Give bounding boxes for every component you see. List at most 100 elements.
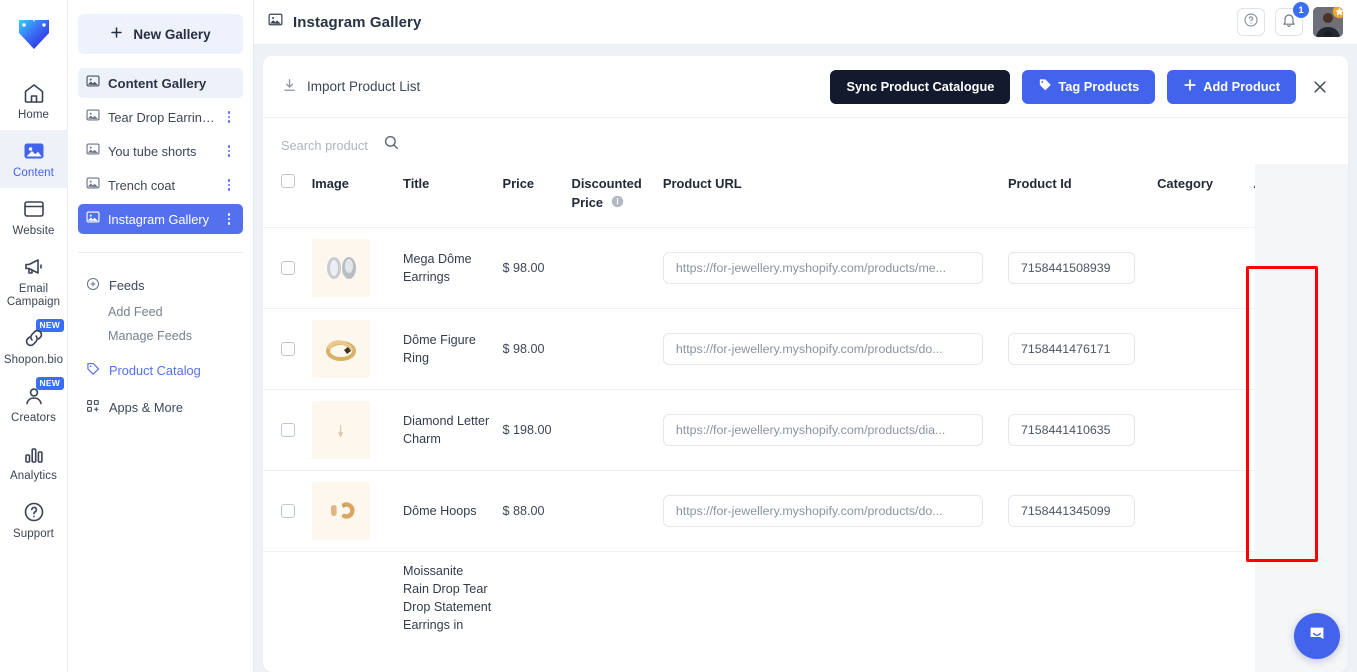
- chat-support-button[interactable]: [1294, 613, 1340, 659]
- select-all-checkbox[interactable]: [281, 174, 295, 188]
- pencil-icon[interactable]: [1273, 341, 1290, 358]
- grid-apps-icon: [86, 399, 100, 416]
- add-product-button[interactable]: Add Product: [1167, 69, 1296, 104]
- sidebar-item-tear-drop-earrings[interactable]: Tear Drop Earrings: [78, 102, 243, 132]
- rail-item-content[interactable]: Content: [0, 130, 68, 188]
- rail-item-creators[interactable]: NEW Creators: [0, 375, 68, 433]
- rail-item-website[interactable]: Website: [0, 188, 68, 246]
- rail-item-label: Content: [13, 167, 54, 179]
- notification-count-badge: 1: [1293, 2, 1309, 18]
- rail-item-support[interactable]: Support: [0, 491, 68, 549]
- rail-item-analytics[interactable]: Analytics: [0, 433, 68, 491]
- sidebar-item-label: Content Gallery: [108, 75, 207, 91]
- help-button[interactable]: [1237, 8, 1265, 36]
- browser-icon: [22, 197, 46, 221]
- pencil-icon[interactable]: [1273, 422, 1290, 439]
- product-id-field[interactable]: 7158441345099: [1007, 495, 1135, 528]
- trash-icon[interactable]: [1312, 341, 1329, 358]
- header-title: Title: [403, 176, 430, 191]
- product-id-field[interactable]: 7158441410635: [1007, 414, 1135, 447]
- product-url-field[interactable]: https://for-jewellery.myshopify.com/prod…: [662, 252, 983, 285]
- trash-icon[interactable]: [1312, 260, 1329, 277]
- table-row[interactable]: Moissanite Rain Drop Tear Drop Statement…: [263, 551, 1348, 645]
- plus-icon: [1183, 78, 1197, 95]
- sidebar-item-apps-more[interactable]: Apps & More: [78, 393, 243, 422]
- table-body: Mega Dôme Earrings $ 98.00 https://for-j…: [263, 227, 1348, 645]
- product-price: $ 98.00: [502, 342, 545, 357]
- pencil-icon[interactable]: [1273, 260, 1290, 277]
- row-checkbox[interactable]: [281, 342, 295, 357]
- row-action-cell: [1253, 227, 1348, 309]
- product-url-field[interactable]: https://for-jewellery.myshopify.com/prod…: [662, 333, 983, 366]
- plus-circle-icon: [86, 277, 100, 294]
- row-discount-cell: [571, 551, 663, 645]
- sidebar-item-instagram-gallery[interactable]: Instagram Gallery: [78, 204, 243, 234]
- more-options-icon[interactable]: [223, 111, 235, 123]
- sidebar-item-label: Tear Drop Earrings: [108, 109, 215, 125]
- question-circle-icon: [22, 500, 46, 524]
- row-checkbox[interactable]: [281, 504, 295, 519]
- new-gallery-button[interactable]: New Gallery: [78, 14, 243, 54]
- product-id-field[interactable]: 7158441476171: [1007, 333, 1135, 366]
- more-options-icon[interactable]: [223, 213, 235, 225]
- row-select-cell: [263, 470, 312, 552]
- sidebar-item-manage-feeds[interactable]: Manage Feeds: [78, 324, 243, 348]
- sidebar-item-label: Instagram Gallery: [108, 211, 209, 227]
- notifications-button[interactable]: 1: [1275, 2, 1309, 36]
- pencil-icon[interactable]: [1273, 503, 1290, 520]
- row-url-cell: https://for-jewellery.myshopify.com/prod…: [662, 389, 1008, 471]
- sidebar-item-you-tube-shorts[interactable]: You tube shorts: [78, 136, 243, 166]
- rail-item-home[interactable]: Home: [0, 72, 68, 130]
- question-circle-icon: [1243, 12, 1259, 33]
- sidebar-item-add-feed[interactable]: Add Feed: [78, 300, 243, 324]
- sync-product-catalogue-button[interactable]: Sync Product Catalogue: [830, 69, 1011, 104]
- header-discounted-price: Discounted Price: [572, 164, 663, 228]
- tag-products-button[interactable]: Tag Products: [1022, 69, 1156, 104]
- table-row[interactable]: Diamond Letter Charm $ 198.00 https://fo…: [263, 389, 1348, 471]
- sidebar-item-product-catalog[interactable]: Product Catalog: [78, 356, 243, 385]
- row-checkbox[interactable]: [281, 423, 295, 438]
- sidebar-item-trench-coat[interactable]: Trench coat: [78, 170, 243, 200]
- close-button[interactable]: [1308, 75, 1332, 99]
- page-title: Instagram Gallery: [293, 13, 422, 31]
- row-image-cell: [311, 227, 404, 309]
- table-row[interactable]: Dôme Hoops $ 88.00 https://for-jewellery…: [263, 470, 1348, 552]
- rail-item-shopon-bio[interactable]: NEW Shopon.bio: [0, 317, 68, 375]
- sidebar-item-feeds[interactable]: Feeds: [78, 271, 243, 300]
- row-select-cell: [263, 389, 312, 471]
- row-discount-cell: [571, 227, 663, 309]
- product-table: Image Title Price Discounted Price Produ…: [263, 164, 1348, 645]
- product-url-field[interactable]: https://for-jewellery.myshopify.com/prod…: [662, 495, 983, 528]
- user-avatar[interactable]: [1313, 7, 1343, 37]
- row-category-cell: [1157, 389, 1254, 471]
- tag-icon: [1038, 78, 1052, 95]
- row-price-cell: $ 98.00: [502, 227, 572, 309]
- sidebar-item-content-gallery[interactable]: Content Gallery: [78, 68, 243, 98]
- product-price: $ 88.00: [502, 504, 545, 519]
- row-category-cell: [1157, 227, 1254, 309]
- bar-chart-icon: [22, 442, 46, 466]
- info-icon[interactable]: [611, 194, 624, 213]
- star-badge-icon: [1332, 7, 1343, 19]
- product-table-scroll[interactable]: Image Title Price Discounted Price Produ…: [263, 164, 1348, 672]
- rail-item-email-campaign[interactable]: Email Campaign: [0, 246, 68, 317]
- more-options-icon[interactable]: [223, 145, 235, 157]
- table-row[interactable]: Mega Dôme Earrings $ 98.00 https://for-j…: [263, 227, 1348, 309]
- sidebar-item-label: You tube shorts: [108, 143, 197, 159]
- import-product-list-button[interactable]: Import Product List: [281, 77, 420, 97]
- card-toolbar: Import Product List Sync Product Catalog…: [263, 56, 1348, 118]
- gallery-list: Content Gallery Tear Drop Earrings You t…: [78, 68, 243, 253]
- table-row[interactable]: Dôme Figure Ring $ 98.00 https://for-jew…: [263, 308, 1348, 390]
- heart-logo[interactable]: [13, 14, 55, 54]
- trash-icon[interactable]: [1312, 422, 1329, 439]
- product-id-field[interactable]: 7158441508939: [1007, 252, 1135, 285]
- trash-icon[interactable]: [1312, 503, 1329, 520]
- more-options-icon[interactable]: [223, 179, 235, 191]
- download-icon: [281, 77, 298, 97]
- product-url-field[interactable]: https://for-jewellery.myshopify.com/prod…: [662, 414, 983, 447]
- search-icon[interactable]: [383, 134, 400, 156]
- sidebar-secondary-group: Feeds Add Feed Manage Feeds Product Cata…: [78, 253, 243, 422]
- search-input[interactable]: [281, 137, 373, 153]
- image-icon: [268, 12, 283, 32]
- row-checkbox[interactable]: [281, 261, 295, 276]
